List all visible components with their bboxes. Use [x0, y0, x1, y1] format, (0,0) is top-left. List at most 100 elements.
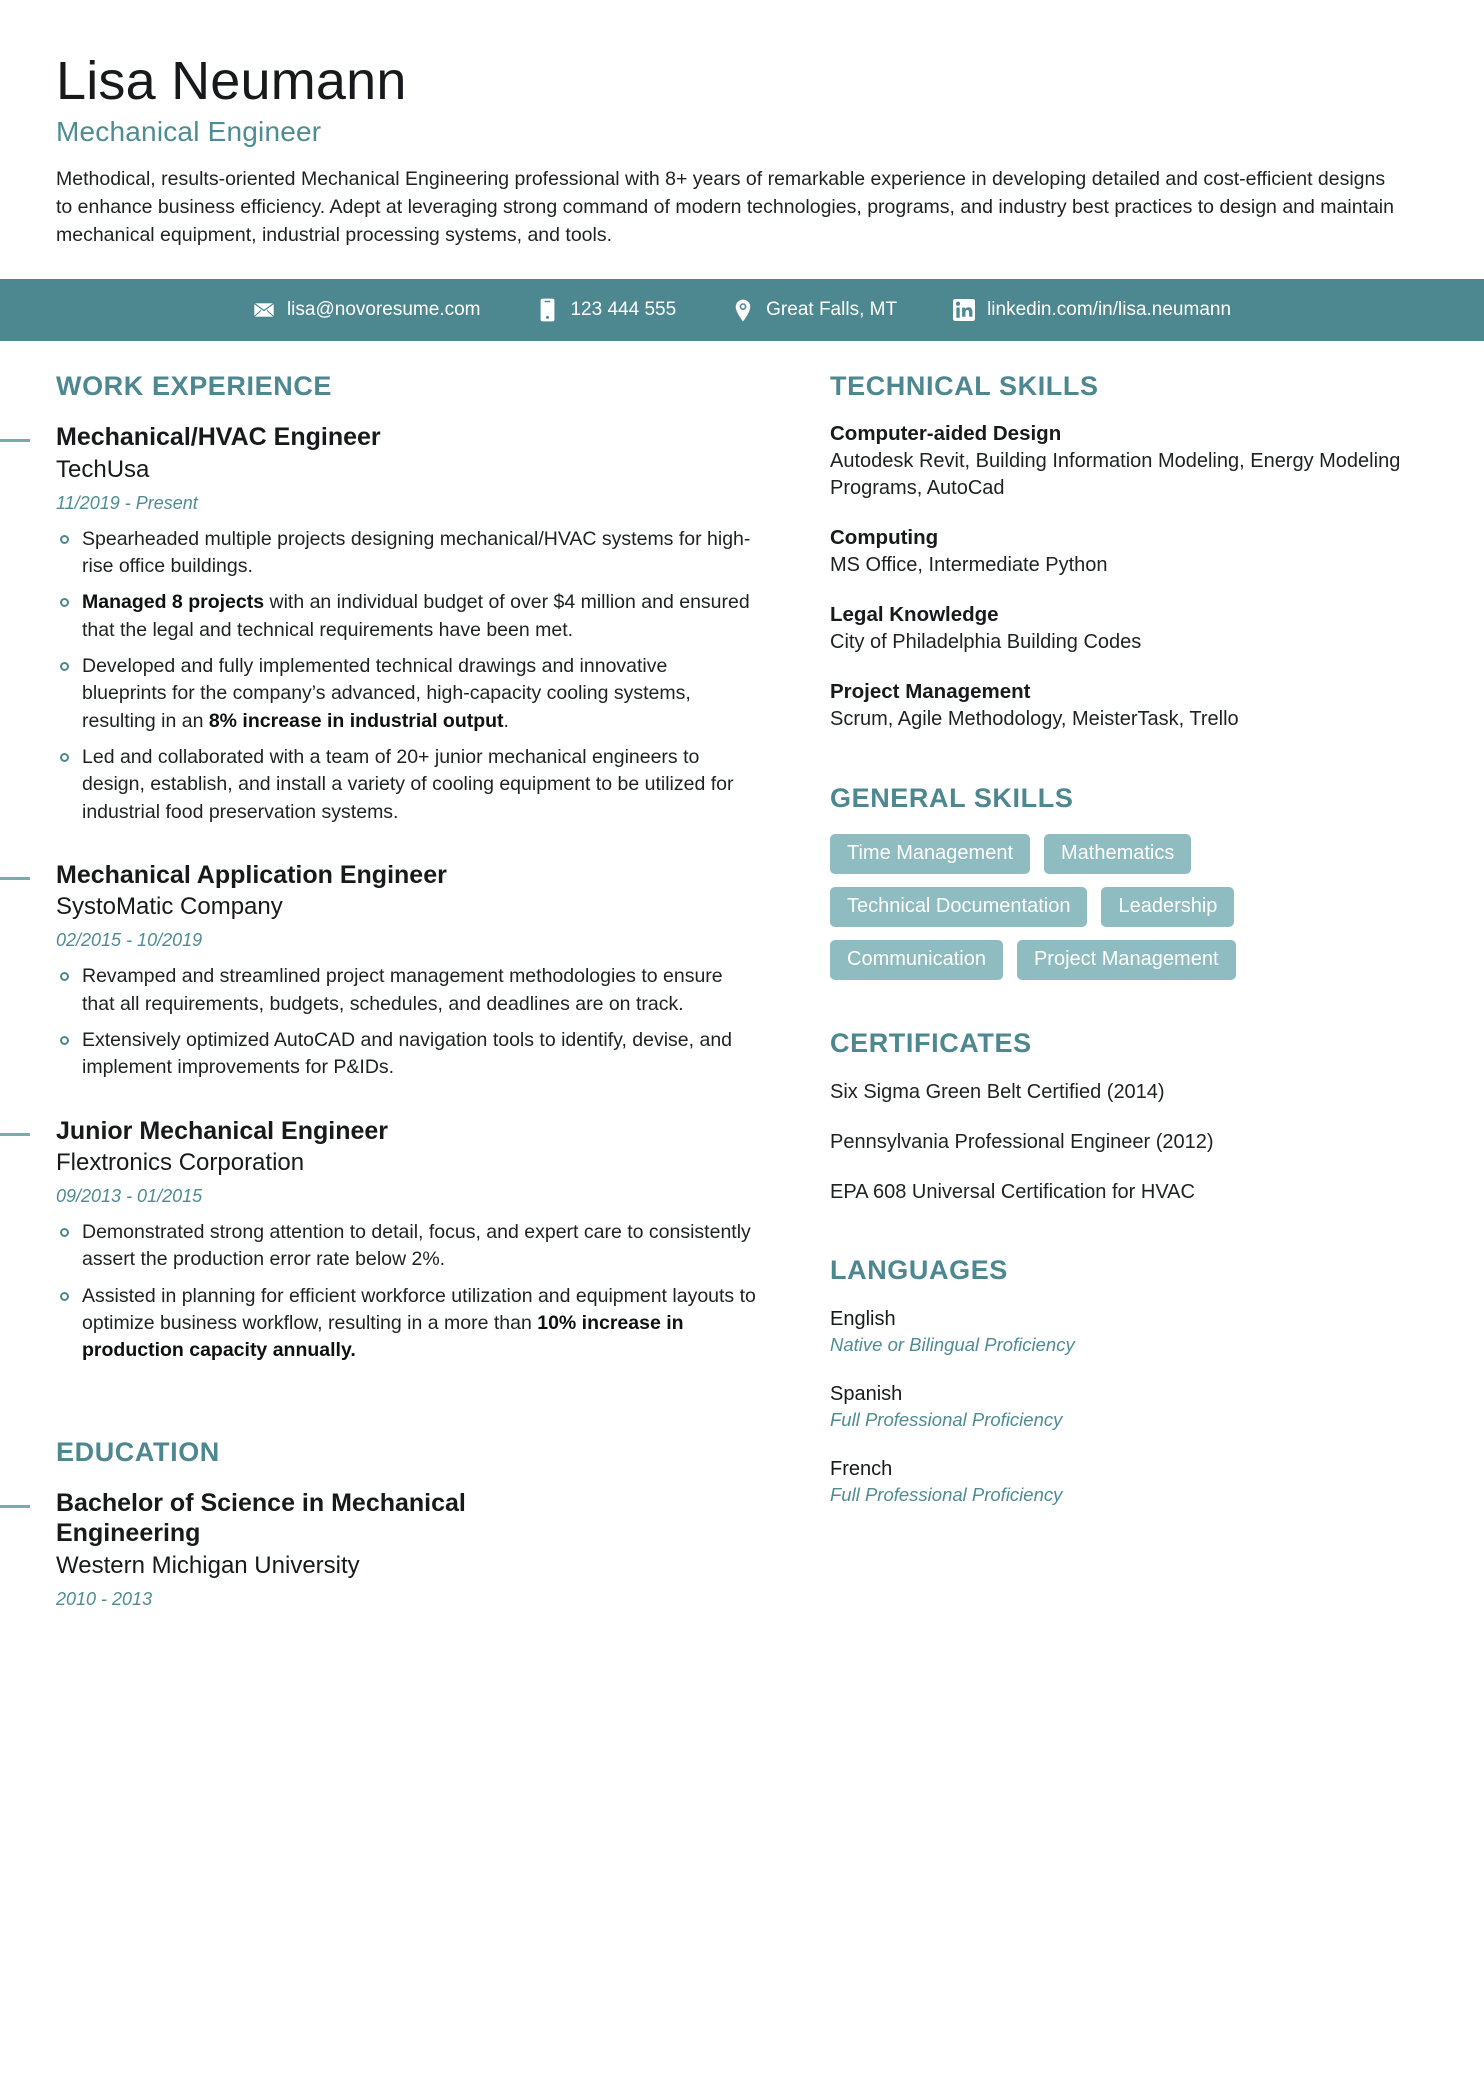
certificate-item: EPA 608 Universal Certification for HVAC	[830, 1181, 1195, 1204]
language-name: Spanish	[830, 1383, 903, 1406]
bullet-emphasis: Managed 8 projects	[82, 591, 265, 614]
candidate-name: Lisa Neumann	[56, 51, 407, 111]
professional-summary: Methodical, results-oriented Mechanical …	[56, 168, 1394, 246]
bullet-text: Demonstrated strong attention to detail,…	[82, 1221, 751, 1271]
contact-value: lisa@novoresume.com	[286, 299, 481, 321]
work-experience-list: Mechanical/HVAC Engineer TechUsa 11/2019 -…	[0, 422, 756, 1365]
left-column: Work Experience Mechanical/HVAC Engineer…	[0, 371, 766, 1643]
general-skill-pill[interactable]: Project Management	[1016, 940, 1236, 981]
contact-item-email[interactable]: lisa@novoresume.com	[225, 298, 509, 322]
entry-organization: Flextronics Corporation	[56, 1149, 305, 1177]
contact-value: Great Falls, MT	[766, 299, 898, 321]
technical-skills-list: Computer-aided Design Autodesk Revit, Bui…	[830, 422, 1428, 733]
bullet-item: Led and collaborated with a team of 20+ …	[56, 744, 756, 826]
resume-body: Work Experience Mechanical/HVAC Engineer…	[0, 371, 1484, 1643]
entry-dash-marker	[0, 1504, 30, 1508]
general-skill-pill[interactable]: Leadership	[1101, 887, 1235, 928]
bullet-item: Extensively optimized AutoCAD and naviga…	[56, 1027, 756, 1082]
certificates-title: Certificates	[830, 1028, 1032, 1059]
entry-dash-marker	[0, 439, 30, 443]
skill-group-items: City of Philadelphia Building Codes	[830, 631, 1142, 654]
education-list: Bachelor of Science in Mechanical Engine…	[0, 1488, 756, 1610]
bullet-text: .	[503, 709, 509, 732]
contact-item-linkedin[interactable]: linkedin.com/in/lisa.neumann	[925, 298, 1259, 322]
language-item: French Full Professional Proficiency	[830, 1456, 1428, 1507]
skill-group-name: Computer-aided Design	[830, 422, 1062, 446]
bullet-text: Spearheaded multiple projects designing …	[82, 527, 751, 578]
resume-header: Lisa Neumann Mechanical Engineer Methodi…	[0, 0, 1484, 249]
education-entry: Bachelor of Science in Mechanical Engine…	[0, 1488, 756, 1610]
entry-bullet-list: Demonstrated strong attention to detail,…	[56, 1219, 756, 1364]
technical-skill-group: Computer-aided Design Autodesk Revit, Bui…	[830, 422, 1428, 502]
entry-date-range: 11/2019 - Present	[56, 492, 198, 513]
general-skill-pill[interactable]: Mathematics	[1044, 834, 1192, 875]
contact-item-phone[interactable]: 123 444 555	[508, 298, 704, 322]
technical-skill-group: Project Management Scrum, Agile Methodolo…	[830, 680, 1428, 733]
linkedin-icon	[953, 298, 976, 322]
work-experience-entry: Mechanical Application Engineer SystoMati…	[0, 860, 756, 1082]
languages-title: Languages	[830, 1255, 1008, 1286]
language-item: Spanish Full Professional Proficiency	[830, 1381, 1428, 1432]
entry-bullet-list: Spearheaded multiple projects designing …	[56, 526, 756, 826]
bullet-emphasis: 8% increase in industrial output	[208, 709, 504, 732]
skill-group-name: Project Management	[830, 680, 1031, 704]
entry-organization: SystoMatic Company	[56, 893, 283, 921]
certificate-item: Six Sigma Green Belt Certified (2014)	[830, 1081, 1165, 1104]
school-name: Western Michigan University	[56, 1551, 360, 1579]
language-proficiency: Native or Bilingual Proficiency	[830, 1334, 1075, 1356]
entry-role: Mechanical/HVAC Engineer	[56, 423, 381, 452]
degree-name: Bachelor of Science in Mechanical Engine…	[56, 1488, 466, 1548]
bullet-item: Managed 8 projects with an individual bu…	[56, 589, 756, 644]
bullet-item: Spearheaded multiple projects designing …	[56, 526, 756, 581]
entry-date-range: 09/2013 - 01/2015	[56, 1186, 203, 1207]
general-skills-pill-list: Time Management Mathematics Technical Docu…	[830, 834, 1370, 981]
bullet-text: Extensively optimized AutoCAD and naviga…	[82, 1028, 733, 1079]
bullet-text: Led and collaborated with a team of 20+ …	[82, 745, 734, 823]
technical-skills-title: Technical Skills	[830, 371, 1099, 402]
bullet-text: Revamped and streamlined project managem…	[82, 965, 723, 1015]
education-section: Education Bachelor of Science in Mechani…	[0, 1436, 756, 1610]
education-title: Education	[56, 1436, 220, 1467]
certificates-section: Certificates Six Sigma Green Belt Certif…	[830, 1028, 1428, 1205]
contact-value: 123 444 555	[570, 299, 677, 321]
skill-group-items: Autodesk Revit, Building Information Mod…	[830, 450, 1401, 500]
bullet-item: Revamped and streamlined project managem…	[56, 963, 756, 1018]
general-skill-pill[interactable]: Communication	[830, 940, 1003, 981]
language-name: French	[830, 1458, 893, 1481]
general-skills-title: General Skills	[830, 783, 1074, 814]
bullet-item: Developed and fully implemented technica…	[56, 653, 756, 735]
entry-dash-marker	[0, 1132, 30, 1136]
general-skills-section: General Skills Time Management Mathematic…	[830, 783, 1428, 981]
entry-role: Mechanical Application Engineer	[56, 860, 447, 889]
language-proficiency: Full Professional Proficiency	[830, 1484, 1063, 1506]
entry-dash-marker	[0, 876, 30, 880]
phone-icon	[536, 298, 558, 322]
work-experience-entry: Mechanical/HVAC Engineer TechUsa 11/2019 -…	[0, 422, 756, 826]
skill-group-items: MS Office, Intermediate Python	[830, 554, 1108, 577]
general-skill-pill[interactable]: Time Management	[830, 834, 1030, 875]
bullet-item: Assisted in planning for efficient workf…	[56, 1283, 756, 1365]
language-proficiency: Full Professional Proficiency	[830, 1409, 1063, 1431]
technical-skills-section: Technical Skills Computer-aided Design Au…	[830, 371, 1428, 733]
language-item: English Native or Bilingual Proficiency	[830, 1306, 1428, 1357]
entry-date-range: 2010 - 2013	[56, 1588, 153, 1609]
general-skill-pill[interactable]: Technical Documentation	[830, 887, 1088, 928]
entry-bullet-list: Revamped and streamlined project managem…	[56, 963, 756, 1081]
entry-date-range: 02/2015 - 10/2019	[56, 930, 203, 951]
contact-value: linkedin.com/in/lisa.neumann	[987, 299, 1232, 321]
right-column: Technical Skills Computer-aided Design Au…	[826, 371, 1428, 1531]
work-experience-section: Work Experience Mechanical/HVAC Engineer…	[0, 371, 756, 1365]
work-experience-title: Work Experience	[56, 371, 333, 402]
certificate-item: Pennsylvania Professional Engineer (2012…	[830, 1131, 1214, 1154]
contact-item-location-pin[interactable]: Great Falls, MT	[704, 298, 925, 322]
skill-group-items: Scrum, Agile Methodology, MeisterTask, T…	[830, 708, 1239, 731]
skill-group-name: Legal Knowledge	[830, 603, 999, 627]
location-pin-icon	[732, 298, 754, 322]
work-experience-entry: Junior Mechanical Engineer Flextronics Co…	[0, 1116, 756, 1365]
bullet-item: Demonstrated strong attention to detail,…	[56, 1219, 756, 1274]
languages-section: Languages English Native or Bilingual Pro…	[830, 1255, 1428, 1507]
email-icon	[253, 298, 275, 322]
